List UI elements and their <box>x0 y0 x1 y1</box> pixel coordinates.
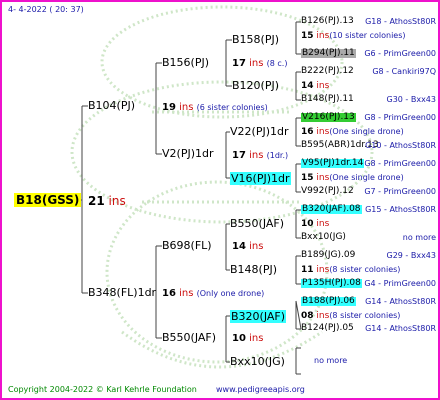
gen4-source-11: G29 - Bxx43 <box>386 251 437 260</box>
pedigree-frame: 4- 4-2022 ( 20: 37) B18(GSS) 21 ins B104… <box>0 0 440 400</box>
gen3-no-more: no more <box>314 356 348 365</box>
gen4-source-12: G4 - PrimGreen00 <box>364 279 436 288</box>
footer-site: www.pedigreeapis.org <box>216 385 305 394</box>
gen4-inbreeding-2: 14 ins <box>301 81 330 91</box>
gen4-queen-14: B124(PJ).05 <box>301 323 354 333</box>
gen4-source-7: G8 - PrimGreen00 <box>364 159 436 168</box>
gen2-inbreeding-3: 14 ins <box>232 241 264 252</box>
gen4-source-8: G7 - PrimGreen00 <box>364 187 436 196</box>
gen3-queen-3: V22(PJ)1dr <box>230 125 289 138</box>
gen4-queen-13: B188(PJ).06 <box>301 296 356 306</box>
gen4-queen-9: B320(JAF).08 <box>301 204 362 214</box>
gen2-queen-2: V2(PJ)1dr <box>162 147 214 160</box>
gen4-source-6: G10 - AthosSt80R <box>365 141 436 150</box>
gen3-queen-6: B148(PJ) <box>230 263 278 276</box>
gen4-source-2: G6 - PrimGreen00 <box>364 49 436 58</box>
gen2-queen-4: B550(JAF) <box>162 331 217 344</box>
header-date: 4- 4-2022 ( 20: 37) <box>8 5 84 14</box>
root-inbreeding: 21 ins <box>88 194 126 208</box>
gen4-inbreeding-7: 08 ins(8 sister colonies) <box>301 311 401 321</box>
gen4-queen-4: B148(PJ).11 <box>301 94 354 104</box>
footer-copyright: Copyright 2004-2022 © Karl Kehrle Founda… <box>8 385 197 394</box>
gen4-queen-8: V992(PJ).12 <box>301 186 354 196</box>
gen4-queen-2: B294(PJ).11 <box>301 48 356 58</box>
gen4-source-14: G14 - AthosSt80R <box>365 324 436 333</box>
gen2-queen-3: B698(FL) <box>162 239 212 252</box>
gen4-queen-1: B126(PJ).13 <box>301 16 354 26</box>
gen4-queen-7: V95(PJ)1dr.14 <box>301 158 365 168</box>
root-queen: B18(GSS) <box>14 193 82 207</box>
gen4-inbreeding-6: 11 ins(8 sister colonies) <box>301 265 401 275</box>
gen4-source-9: G15 - AthosSt80R <box>365 205 436 214</box>
gen4-source-13: G14 - AthosSt80R <box>365 297 436 306</box>
gen4-queen-5: V216(PJ).13 <box>301 112 356 122</box>
gen4-inbreeding-5: 10 ins <box>301 219 330 229</box>
gen3-queen-1: B158(PJ) <box>232 33 280 46</box>
gen1-inbreeding-2: 16 ins (Only one drone) <box>162 288 265 299</box>
gen4-inbreeding-4: 15 ins(One single drone) <box>301 173 404 183</box>
gen4-queen-10: Bxx10(JG) <box>301 232 346 242</box>
gen4-queen-3: B222(PJ).12 <box>301 66 354 76</box>
gen4-queen-12: P135H(PJ).08 <box>301 278 362 288</box>
gen3-queen-5: B550(JAF) <box>230 217 285 230</box>
gen3-queen-8: Bxx10(JG) <box>230 355 285 368</box>
gen4-source-10: no more <box>402 233 436 242</box>
gen1-queen-1: B104(PJ) <box>88 99 136 112</box>
gen2-queen-1: B156(PJ) <box>162 56 210 69</box>
gen3-queen-7: B320(JAF) <box>230 310 287 323</box>
gen4-inbreeding-3: 16 ins(One single drone) <box>301 127 404 137</box>
gen4-queen-11: B189(JG).09 <box>301 250 356 260</box>
gen2-inbreeding-2: 17 ins (1dr.) <box>232 150 289 161</box>
gen1-queen-2: B348(FL)1dr <box>88 286 157 299</box>
gen2-inbreeding-1: 17 ins (8 c.) <box>232 58 288 69</box>
gen4-source-4: G30 - Bxx43 <box>386 95 437 104</box>
gen1-inbreeding-1: 19 ins (6 sister colonies) <box>162 102 268 113</box>
gen2-inbreeding-4: 10 ins <box>232 333 264 344</box>
gen4-source-1: G18 - AthosSt80R <box>365 17 436 26</box>
gen4-source-5: G8 - PrimGreen00 <box>364 113 436 122</box>
gen3-queen-4: V16(PJ)1dr <box>230 172 291 185</box>
gen3-queen-2: B120(PJ) <box>232 79 280 92</box>
gen4-inbreeding-1: 15 ins(10 sister colonies) <box>301 31 406 41</box>
gen4-source-3: G8 - Cankiri97Q <box>372 67 436 76</box>
